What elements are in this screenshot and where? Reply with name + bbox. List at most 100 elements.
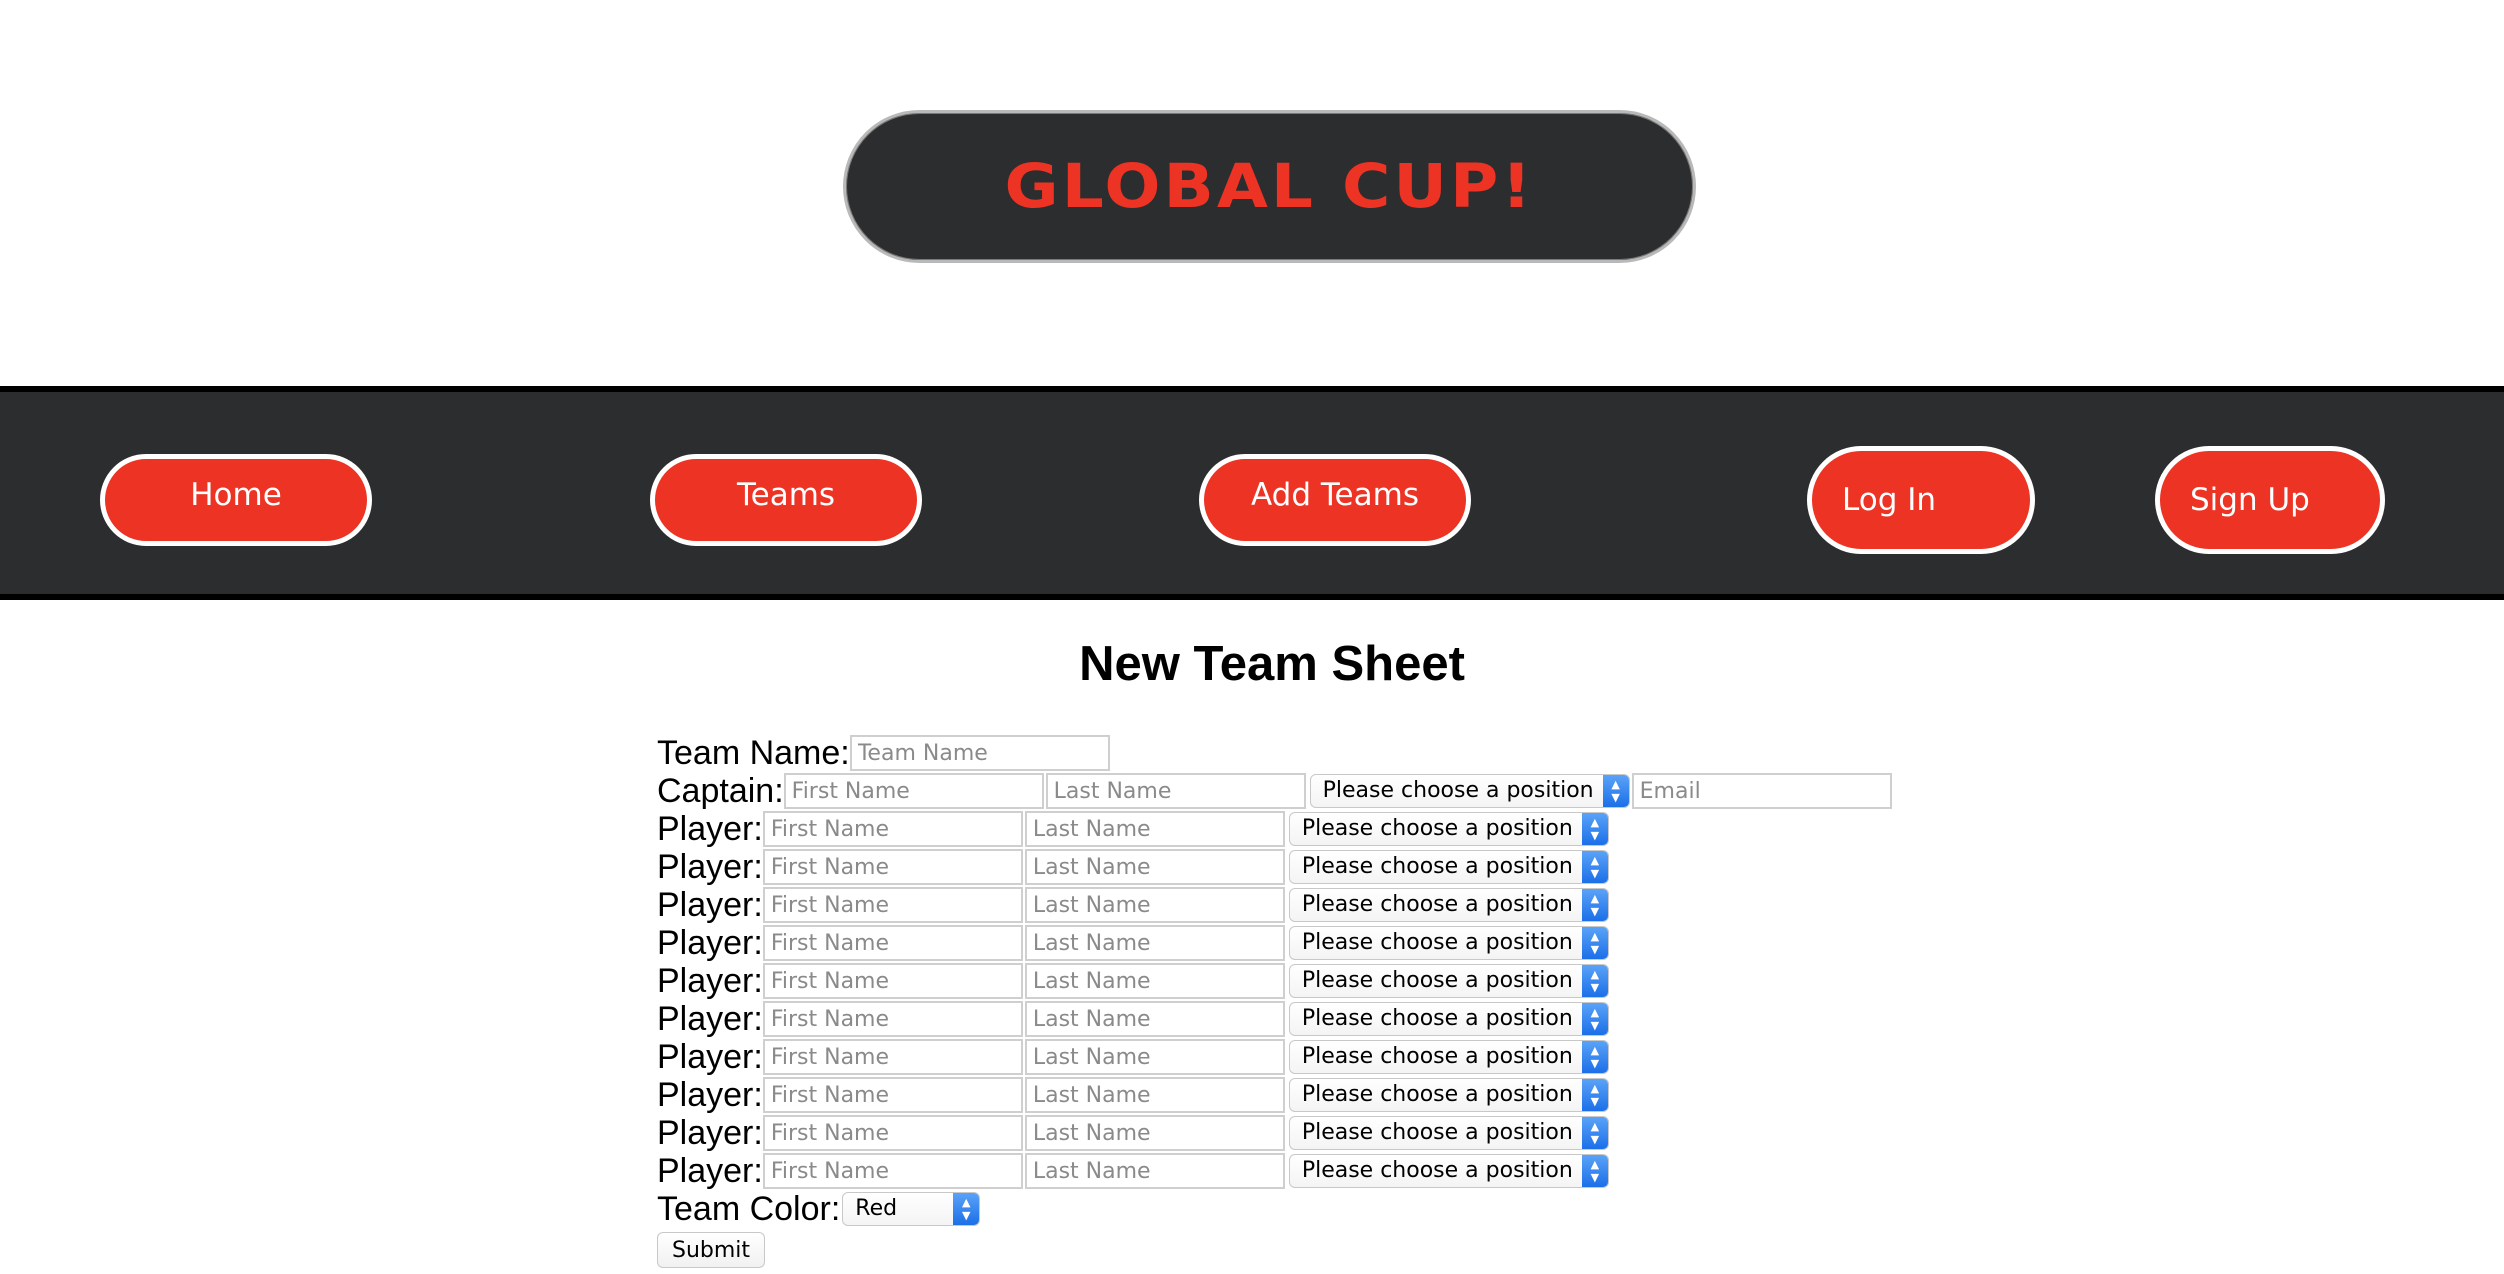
player-first-name-input[interactable] [762, 849, 1023, 885]
player-last-name-input[interactable] [1024, 1077, 1285, 1113]
player-first-name-input[interactable] [762, 1001, 1023, 1037]
player-position-select[interactable]: Please choose a position ▲ ▼ [1288, 964, 1609, 998]
player-row: Player: Please choose a position ▲▼ [657, 1114, 1892, 1152]
nav-sign-up-label: Sign Up [2190, 482, 2310, 518]
captain-email-input[interactable] [1631, 773, 1892, 809]
navbar: Home Teams Add Teams Log In Sign Up [0, 386, 2504, 600]
nav-add-teams-label: Add Teams [1251, 477, 1419, 513]
page-title: New Team Sheet [1079, 637, 1465, 691]
submit-button[interactable]: Submit [657, 1232, 766, 1268]
player-last-name-input[interactable] [1024, 1001, 1285, 1037]
nav-log-in-button[interactable]: Log In [1807, 446, 2035, 554]
player-position-select[interactable]: Please choose a position ▲ ▼ [1288, 1002, 1609, 1036]
player-position-value: Please choose a position [1301, 968, 1573, 993]
player-position-value: Please choose a position [1301, 1082, 1573, 1107]
player-position-value: Please choose a position [1301, 816, 1573, 841]
player-last-name-input[interactable] [1024, 849, 1285, 885]
team-color-select[interactable]: Red ▲ ▼ [842, 1192, 981, 1226]
player-first-name-input[interactable] [762, 963, 1023, 999]
player-last-name-input[interactable] [1024, 1153, 1285, 1189]
player-first-name-input[interactable] [762, 887, 1023, 923]
select-arrows-icon: ▲ ▼ [1581, 1003, 1608, 1035]
select-arrows-icon: ▲ ▼ [1602, 775, 1629, 807]
player-rows: Player: Please choose a position ▲▼ Play… [657, 810, 1892, 1190]
player-label: Player: [657, 962, 763, 1000]
select-arrows-icon: ▲ ▼ [1581, 851, 1608, 883]
player-last-name-input[interactable] [1024, 887, 1285, 923]
player-first-name-input[interactable] [762, 1039, 1023, 1075]
player-position-select[interactable]: Please choose a position ▲ ▼ [1288, 812, 1609, 846]
select-arrows-icon: ▲ ▼ [1581, 1155, 1608, 1187]
player-first-name-input[interactable] [762, 1115, 1023, 1151]
player-position-value: Please choose a position [1301, 1120, 1573, 1145]
player-last-name-input[interactable] [1024, 925, 1285, 961]
select-arrows-icon: ▲ ▼ [1581, 927, 1608, 959]
team-color-row: Team Color: Red ▲ ▼ [657, 1190, 1892, 1228]
player-position-value: Please choose a position [1301, 892, 1573, 917]
new-team-form: Team Name: Captain: Please choose a posi… [657, 734, 1892, 1268]
player-row: Player: Please choose a position ▲▼ [657, 1000, 1892, 1038]
nav-home-button[interactable]: Home [100, 454, 372, 546]
player-position-select[interactable]: Please choose a position ▲ ▼ [1288, 888, 1609, 922]
team-name-input[interactable] [849, 735, 1110, 771]
player-label: Player: [657, 1076, 763, 1114]
select-arrows-icon: ▲ ▼ [1581, 1041, 1608, 1073]
player-label: Player: [657, 1114, 763, 1152]
player-label: Player: [657, 924, 763, 962]
team-color-label: Team Color: [657, 1190, 841, 1228]
nav-home-label: Home [190, 477, 282, 513]
player-position-value: Please choose a position [1301, 854, 1573, 879]
select-arrows-icon: ▲ ▼ [1581, 1079, 1608, 1111]
player-label: Player: [657, 810, 763, 848]
team-name-row: Team Name: [657, 734, 1892, 772]
player-position-value: Please choose a position [1301, 1158, 1573, 1183]
player-row: Player: Please choose a position ▲▼ [657, 886, 1892, 924]
select-arrows-icon: ▲ ▼ [1581, 889, 1608, 921]
player-row: Player: Please choose a position ▲▼ [657, 924, 1892, 962]
player-position-select[interactable]: Please choose a position ▲ ▼ [1288, 1154, 1609, 1188]
player-row: Player: Please choose a position ▲▼ [657, 1152, 1892, 1190]
player-row: Player: Please choose a position ▲▼ [657, 1038, 1892, 1076]
captain-position-select[interactable]: Please choose a position ▲ ▼ [1309, 774, 1630, 808]
player-row: Player: Please choose a position ▲▼ [657, 1076, 1892, 1114]
select-arrows-icon: ▲ ▼ [1581, 1117, 1608, 1149]
logo-banner: GLOBAL CUP! [843, 110, 1696, 263]
player-first-name-input[interactable] [762, 925, 1023, 961]
player-row: Player: Please choose a position ▲▼ [657, 962, 1892, 1000]
player-position-select[interactable]: Please choose a position ▲ ▼ [1288, 1116, 1609, 1150]
player-position-select[interactable]: Please choose a position ▲ ▼ [1288, 1040, 1609, 1074]
nav-log-in-label: Log In [1842, 482, 1937, 518]
player-last-name-input[interactable] [1024, 1115, 1285, 1151]
nav-sign-up-button[interactable]: Sign Up [2155, 446, 2385, 554]
player-position-select[interactable]: Please choose a position ▲ ▼ [1288, 926, 1609, 960]
captain-position-value: Please choose a position [1322, 778, 1594, 803]
player-position-value: Please choose a position [1301, 1044, 1573, 1069]
player-label: Player: [657, 886, 763, 924]
player-last-name-input[interactable] [1024, 1039, 1285, 1075]
player-first-name-input[interactable] [762, 811, 1023, 847]
captain-row: Captain: Please choose a position ▲▼ [657, 772, 1892, 810]
player-position-value: Please choose a position [1301, 930, 1573, 955]
player-last-name-input[interactable] [1024, 963, 1285, 999]
nav-add-teams-button[interactable]: Add Teams [1199, 454, 1471, 546]
logo-text: GLOBAL CUP! [1004, 151, 1535, 222]
team-color-value: Red [855, 1196, 898, 1221]
nav-teams-button[interactable]: Teams [650, 454, 922, 546]
player-position-select[interactable]: Please choose a position ▲ ▼ [1288, 1078, 1609, 1112]
player-row: Player: Please choose a position ▲▼ [657, 848, 1892, 886]
player-last-name-input[interactable] [1024, 811, 1285, 847]
player-position-value: Please choose a position [1301, 1006, 1573, 1031]
player-first-name-input[interactable] [762, 1153, 1023, 1189]
captain-first-name-input[interactable] [783, 773, 1044, 809]
nav-teams-label: Teams [736, 477, 836, 513]
player-label: Player: [657, 848, 763, 886]
player-first-name-input[interactable] [762, 1077, 1023, 1113]
captain-last-name-input[interactable] [1045, 773, 1306, 809]
player-row: Player: Please choose a position ▲▼ [657, 810, 1892, 848]
select-arrows-icon: ▲ ▼ [1581, 813, 1608, 845]
player-label: Player: [657, 1152, 763, 1190]
player-label: Player: [657, 1000, 763, 1038]
player-position-select[interactable]: Please choose a position ▲ ▼ [1288, 850, 1609, 884]
captain-label: Captain: [657, 772, 784, 810]
select-arrows-icon: ▲ ▼ [953, 1193, 980, 1225]
